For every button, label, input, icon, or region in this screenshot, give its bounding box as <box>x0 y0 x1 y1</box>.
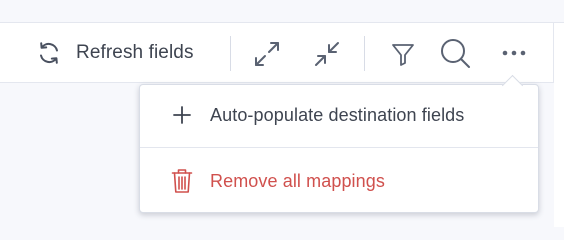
expand-icon <box>252 39 282 69</box>
filter-icon <box>390 40 416 68</box>
menu-divider <box>140 147 538 148</box>
more-options-menu: Auto-populate destination fields Remove … <box>139 84 539 213</box>
mapping-toolbar: Refresh fields <box>0 23 554 83</box>
toolbar-divider <box>230 36 231 71</box>
more-options-icon <box>500 49 528 57</box>
collapse-all-button[interactable] <box>310 37 344 71</box>
trash-icon <box>170 169 194 193</box>
auto-populate-destination-fields-item[interactable]: Auto-populate destination fields <box>140 85 538 145</box>
plus-icon <box>170 103 194 127</box>
refresh-icon <box>36 40 62 66</box>
expand-all-button[interactable] <box>250 37 284 71</box>
refresh-fields-button[interactable]: Refresh fields <box>36 36 194 70</box>
remove-all-mappings-item[interactable]: Remove all mappings <box>140 151 538 211</box>
toolbar-divider <box>364 36 365 71</box>
remove-all-mappings-label: Remove all mappings <box>210 170 385 191</box>
search-icon <box>438 36 472 70</box>
filter-button[interactable] <box>386 37 420 71</box>
refresh-fields-label: Refresh fields <box>76 42 194 63</box>
panel-edge <box>554 23 564 227</box>
collapse-icon <box>312 39 342 69</box>
search-button[interactable] <box>437 35 473 71</box>
auto-populate-label: Auto-populate destination fields <box>210 104 465 125</box>
more-options-button[interactable] <box>497 38 531 68</box>
